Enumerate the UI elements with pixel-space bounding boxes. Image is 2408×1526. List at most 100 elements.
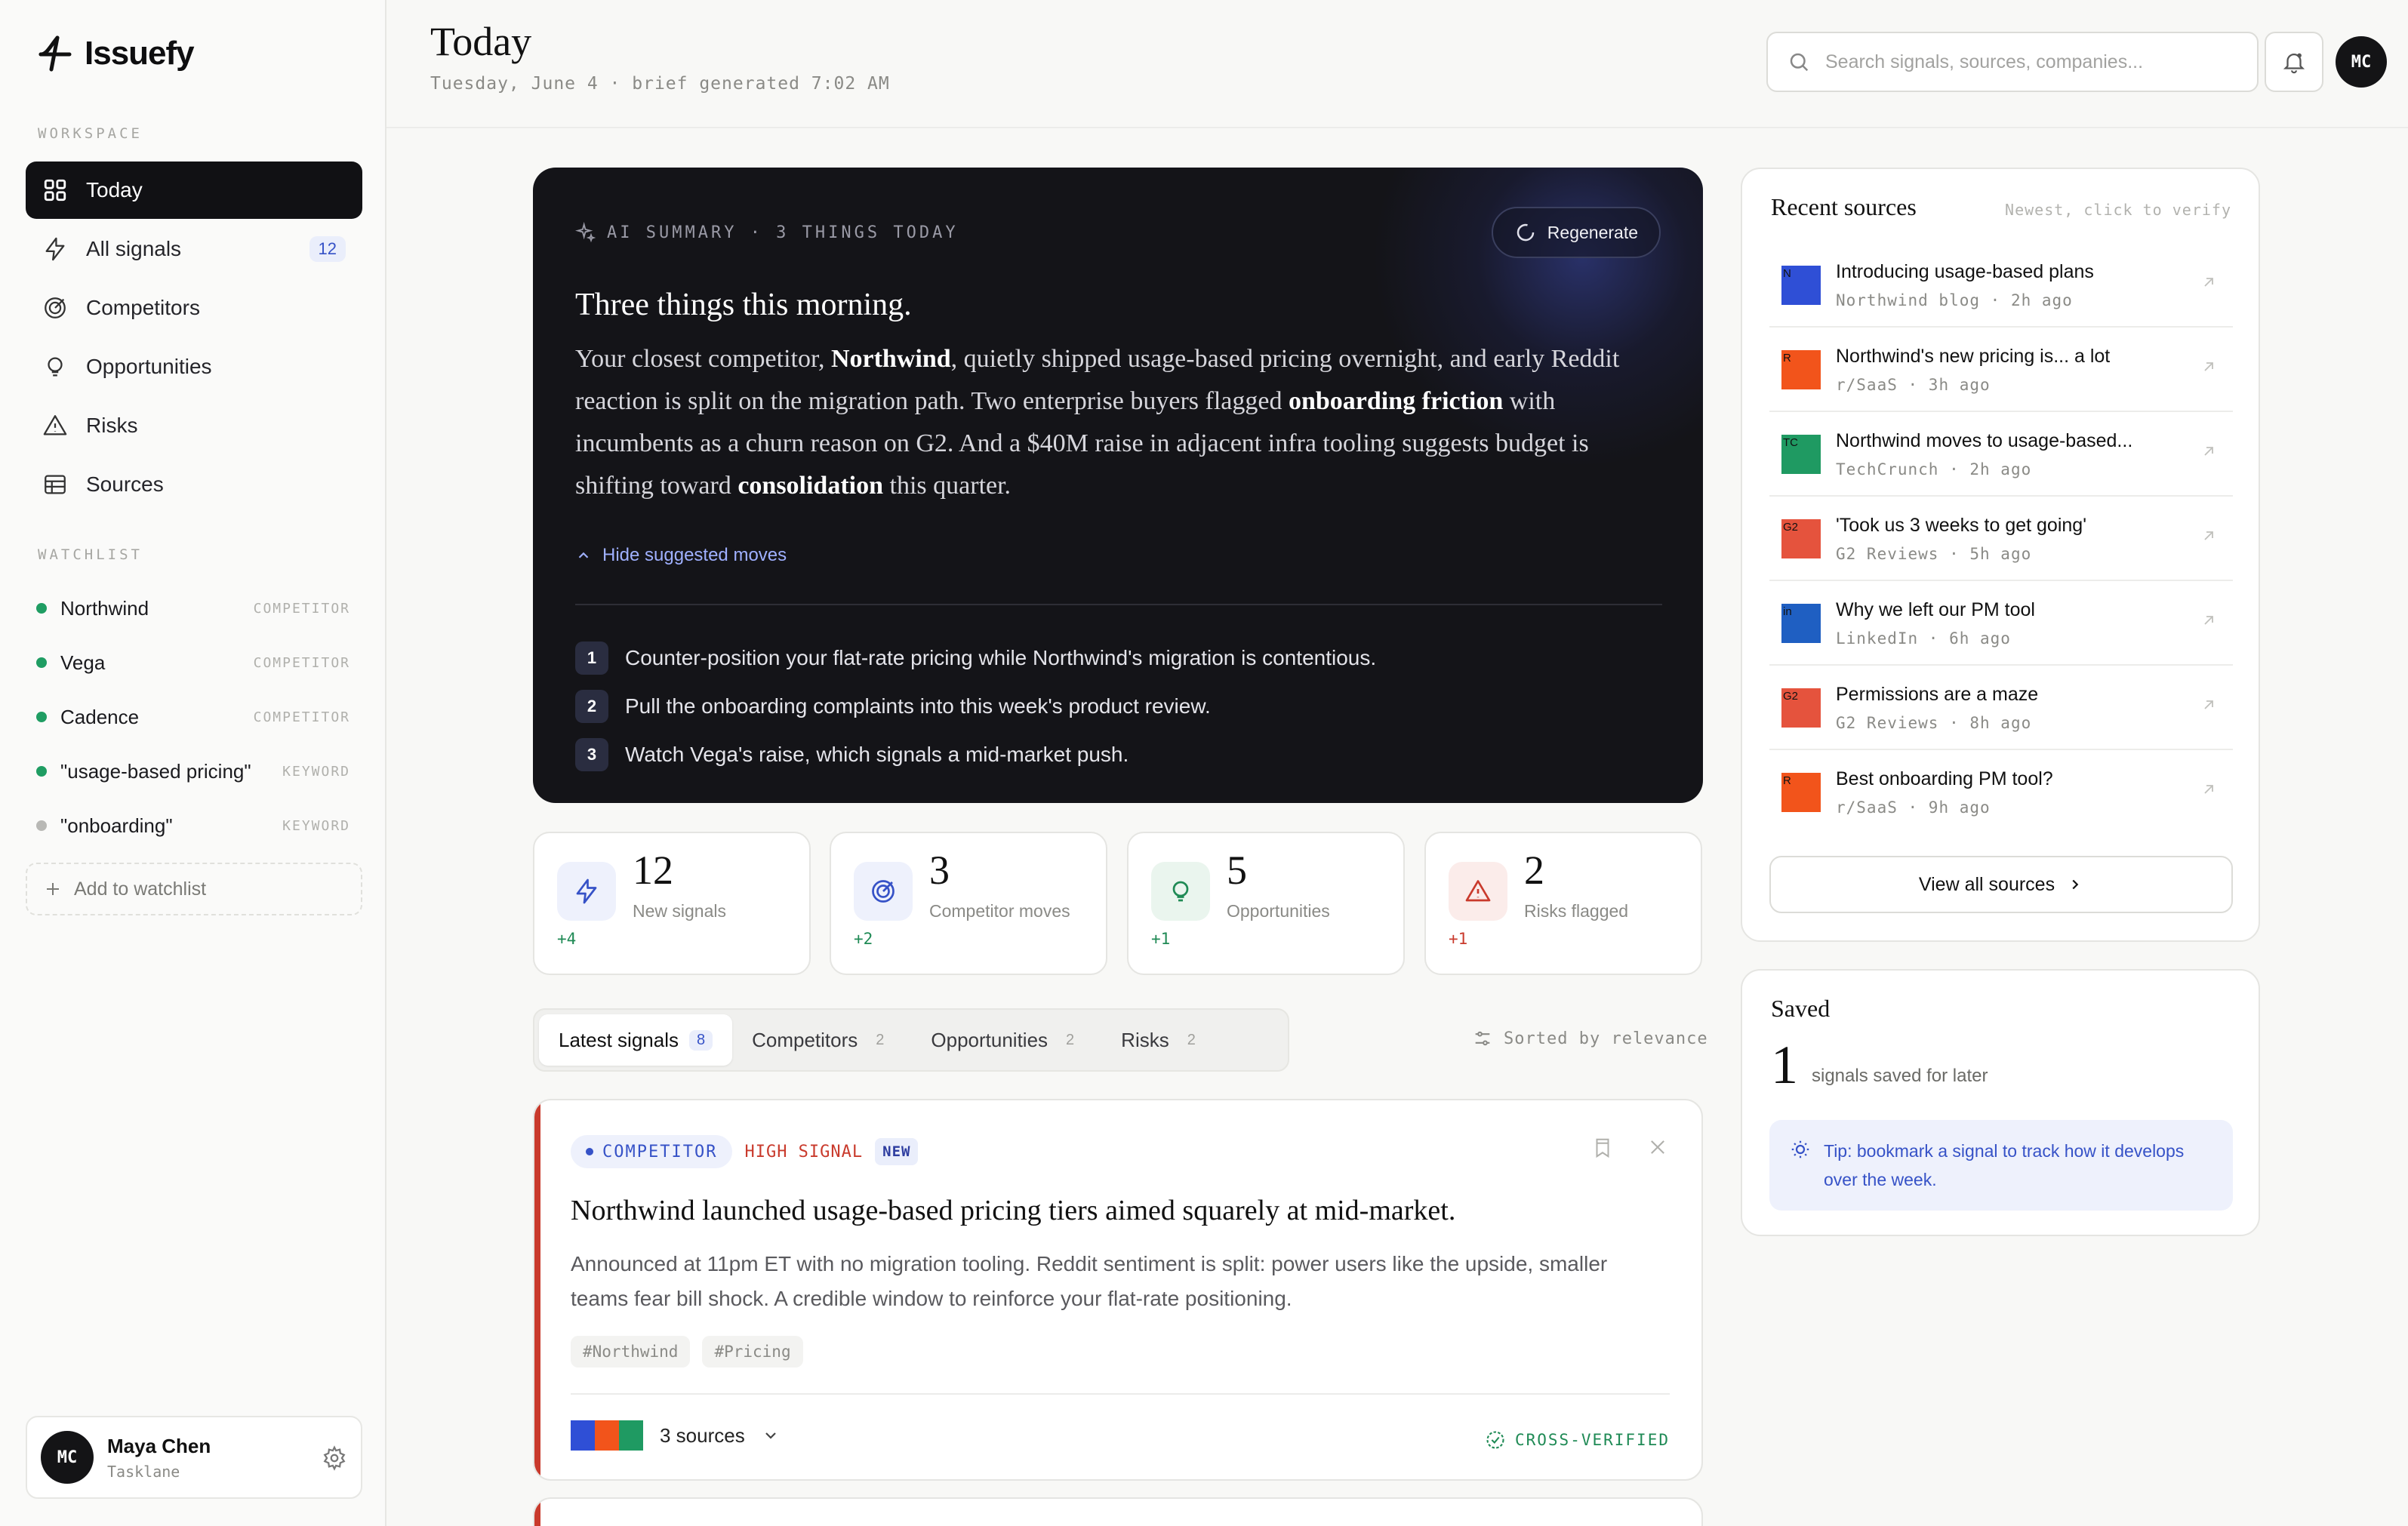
watchlist-item[interactable]: "onboarding" KEYWORD	[26, 798, 362, 853]
source-age: 5h ago	[1969, 545, 2032, 563]
stat-icon-box	[1151, 862, 1210, 921]
stat-value: 5	[1227, 848, 1247, 893]
sidebar-item-opportunities[interactable]: Opportunities	[26, 338, 362, 395]
search-box[interactable]	[1766, 32, 2259, 92]
add-to-watchlist-button[interactable]: Add to watchlist	[26, 863, 362, 915]
source-item[interactable]: G2 'Took us 3 weeks to get going' G2 Rev…	[1769, 497, 2233, 581]
recent-sources-title: Recent sources	[1771, 193, 1917, 220]
source-item[interactable]: R Northwind's new pricing is... a lot r/…	[1769, 328, 2233, 412]
external-link-icon[interactable]	[2200, 273, 2218, 291]
tab-count: 8	[688, 1029, 713, 1051]
sidebar-item-competitors[interactable]: Competitors	[26, 279, 362, 337]
suggested-move: 2 Pull the onboarding complaints into thi…	[575, 682, 1376, 731]
source-age: 3h ago	[1928, 376, 1991, 394]
workspace-label: WORKSPACE	[38, 125, 143, 142]
tab-opportunities[interactable]: Opportunities 2	[911, 1014, 1101, 1066]
user-card[interactable]: MC Maya Chen Tasklane	[26, 1416, 362, 1499]
source-meta: r/SaaS · 3h ago	[1836, 376, 1991, 394]
source-meta: LinkedIn · 6h ago	[1836, 629, 2011, 648]
sidebar-item-all-signals[interactable]: All signals 12	[26, 220, 362, 278]
check-circle-icon	[1486, 1431, 1504, 1449]
source-item[interactable]: in Why we left our PM tool LinkedIn · 6h…	[1769, 581, 2233, 666]
source-logo: N	[1781, 266, 1821, 305]
source-logo: G2	[1781, 519, 1821, 558]
source-title: Permissions are a maze	[1836, 684, 2039, 705]
source-logo	[571, 1420, 595, 1451]
header-avatar[interactable]: MC	[2336, 36, 2387, 88]
signal-sources-toggle[interactable]: 3 sources	[571, 1420, 780, 1451]
external-link-icon[interactable]	[2200, 527, 2218, 545]
sidebar-item-risks[interactable]: Risks	[26, 397, 362, 454]
warning-icon	[43, 415, 67, 435]
external-link-icon[interactable]	[2200, 442, 2218, 460]
hashtag[interactable]: #Northwind	[571, 1336, 691, 1368]
source-item[interactable]: N Introducing usage-based plans Northwin…	[1769, 243, 2233, 328]
sliders-icon	[1475, 1031, 1490, 1046]
app-logo[interactable]: Issuefy	[36, 35, 195, 72]
close-icon[interactable]	[1647, 1137, 1668, 1158]
signal-hashtags: #Northwind #Pricing	[571, 1336, 803, 1368]
signal-card[interactable]: COMPETITOR HIGH SIGNAL NEW Northwind lau…	[533, 1099, 1703, 1481]
sidebar-item-today[interactable]: Today	[26, 162, 362, 219]
source-item[interactable]: R Best onboarding PM tool? r/SaaS · 9h a…	[1769, 750, 2233, 835]
stat-delta: +1	[1449, 930, 1468, 948]
bookmark-tip: Tip: bookmark a signal to track how it d…	[1769, 1120, 2233, 1211]
sidebar-item-label: All signals	[86, 237, 182, 260]
app-name: Issuefy	[85, 35, 195, 72]
sparkle-icon	[575, 222, 596, 243]
gear-icon[interactable]	[322, 1445, 347, 1471]
view-all-sources-button[interactable]: View all sources	[1769, 856, 2233, 913]
tab-label: Risks	[1121, 1028, 1169, 1051]
tip-text: Tip: bookmark a signal to track how it d…	[1824, 1141, 2185, 1189]
stat-value: 2	[1524, 848, 1544, 893]
stat-label: Opportunities	[1227, 901, 1330, 921]
sidebar-item-sources[interactable]: Sources	[26, 456, 362, 513]
cross-verified-label: CROSS-VERIFIED	[1514, 1431, 1670, 1449]
source-title: 'Took us 3 weeks to get going'	[1836, 515, 2086, 536]
target-icon	[872, 880, 895, 903]
search-input[interactable]	[1825, 51, 2248, 73]
watchlist-item[interactable]: Northwind COMPETITOR	[26, 581, 362, 635]
divider	[575, 604, 1662, 605]
watchlist-item[interactable]: Vega COMPETITOR	[26, 635, 362, 690]
source-title: Northwind's new pricing is... a lot	[1836, 346, 2111, 367]
regenerate-button[interactable]: Regenerate	[1491, 207, 1661, 258]
watchlist-item-name: "usage-based pricing"	[60, 759, 251, 783]
table-icon	[45, 475, 66, 494]
tab-risks[interactable]: Risks 2	[1101, 1014, 1223, 1066]
external-link-icon[interactable]	[2200, 780, 2218, 798]
source-title: Best onboarding PM tool?	[1836, 768, 2053, 789]
stat-card-new-signals[interactable]: 12 New signals +4	[533, 832, 811, 975]
hide-suggested-moves-toggle[interactable]: Hide suggested moves	[575, 545, 787, 566]
signal-title[interactable]: Northwind launched usage-based pricing t…	[571, 1194, 1455, 1227]
watchlist-item[interactable]: Cadence COMPETITOR	[26, 690, 362, 744]
stat-card-risks[interactable]: 2 Risks flagged +1	[1424, 832, 1702, 975]
stat-card-competitor-moves[interactable]: 3 Competitor moves +2	[830, 832, 1107, 975]
signal-card-next[interactable]	[533, 1497, 1703, 1526]
bell-icon	[2283, 53, 2305, 74]
hashtag[interactable]: #Pricing	[702, 1336, 803, 1368]
watchlist-item-type: KEYWORD	[282, 817, 350, 834]
watchlist-item-name: "onboarding"	[60, 814, 173, 837]
source-item[interactable]: G2 Permissions are a maze G2 Reviews · 8…	[1769, 666, 2233, 750]
user-name: Maya Chen	[107, 1434, 211, 1457]
search-icon	[1790, 53, 1809, 72]
source-meta: r/SaaS · 9h ago	[1836, 798, 1991, 817]
stat-label: Competitor moves	[929, 901, 1070, 921]
tab-competitors[interactable]: Competitors 2	[732, 1014, 911, 1066]
external-link-icon[interactable]	[2200, 696, 2218, 714]
status-dot	[36, 657, 47, 668]
lightbulb-icon	[1172, 881, 1189, 902]
external-link-icon[interactable]	[2200, 358, 2218, 376]
stat-icon-box	[1449, 862, 1507, 921]
watchlist-item[interactable]: "usage-based pricing" KEYWORD	[26, 744, 362, 798]
sort-control[interactable]: Sorted by relevance	[1472, 1028, 1708, 1049]
tab-count: 2	[1066, 1031, 1075, 1048]
external-link-icon[interactable]	[2200, 611, 2218, 629]
source-item[interactable]: TC Northwind moves to usage-based... Tec…	[1769, 412, 2233, 497]
tab-label: Opportunities	[931, 1028, 1048, 1051]
stat-card-opportunities[interactable]: 5 Opportunities +1	[1127, 832, 1405, 975]
tab-latest-signals[interactable]: Latest signals 8	[539, 1014, 733, 1066]
bookmark-icon[interactable]	[1591, 1137, 1614, 1159]
notifications-button[interactable]	[2265, 32, 2323, 92]
